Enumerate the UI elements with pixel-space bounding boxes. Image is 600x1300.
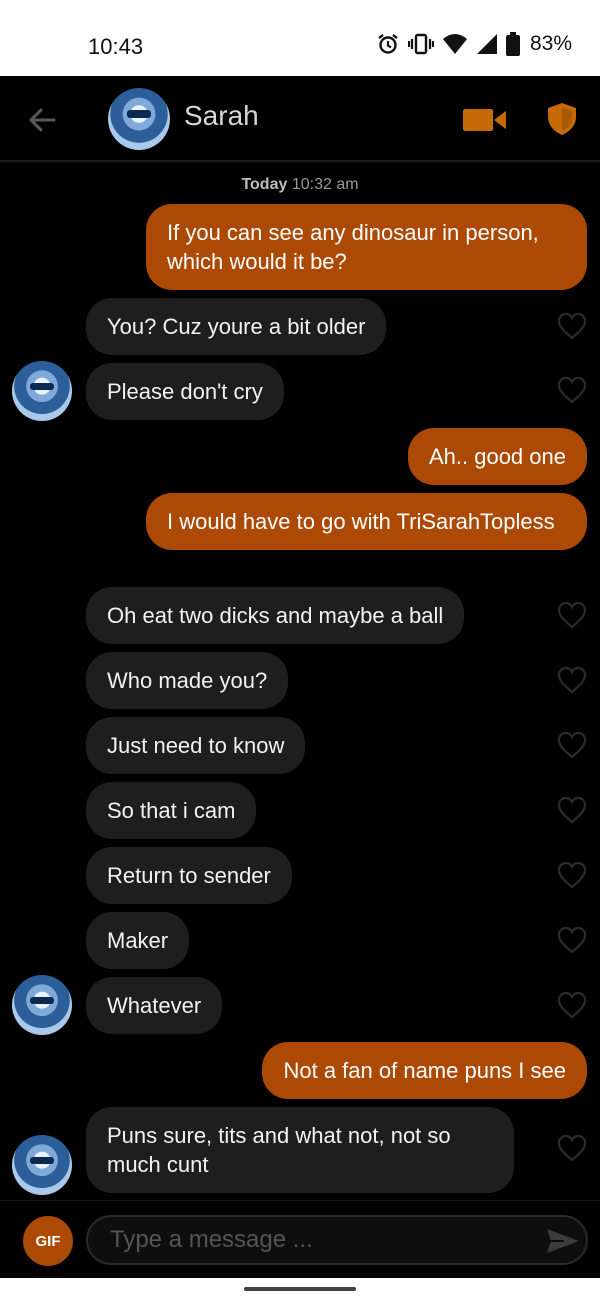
chat-header: Sarah — [0, 76, 600, 162]
vibrate-icon — [407, 33, 434, 55]
home-indicator[interactable] — [244, 1287, 356, 1291]
incoming-message[interactable]: You? Cuz youre a bit older — [86, 298, 387, 355]
sender-avatar[interactable] — [12, 975, 72, 1035]
heart-icon[interactable] — [557, 376, 587, 404]
send-icon[interactable] — [546, 1227, 580, 1255]
alarm-icon — [378, 34, 398, 54]
incoming-message[interactable]: Return to sender — [86, 847, 292, 904]
incoming-message[interactable]: Oh eat two dicks and maybe a ball — [86, 587, 465, 644]
wifi-icon — [442, 34, 467, 54]
incoming-message[interactable]: Who made you? — [86, 652, 289, 709]
outgoing-message[interactable]: Ah.. good one — [407, 428, 587, 485]
heart-icon[interactable] — [557, 861, 587, 889]
status-time: 10:43 — [88, 34, 144, 59]
gif-button[interactable]: GIF — [23, 1216, 73, 1266]
outgoing-message[interactable]: If you can see any dinosaur in person, w… — [146, 204, 587, 290]
video-call-icon[interactable] — [463, 106, 507, 134]
contact-name[interactable]: Sarah — [184, 100, 259, 132]
sender-avatar[interactable] — [12, 361, 72, 421]
chat-timestamp: Today 10:32 am — [0, 176, 600, 194]
back-arrow-icon[interactable] — [26, 104, 58, 136]
contact-avatar[interactable] — [108, 88, 170, 150]
heart-icon[interactable] — [557, 731, 587, 759]
heart-icon[interactable] — [557, 666, 587, 694]
timestamp-time: 10:32 am — [291, 176, 359, 193]
incoming-message[interactable]: Whatever — [86, 977, 223, 1034]
heart-icon[interactable] — [557, 601, 587, 629]
outgoing-message[interactable]: Not a fan of name puns I see — [262, 1042, 587, 1099]
heart-icon[interactable] — [557, 796, 587, 824]
heart-icon[interactable] — [557, 312, 587, 340]
heart-icon[interactable] — [557, 991, 587, 1019]
heart-icon[interactable] — [557, 1134, 587, 1162]
incoming-message[interactable]: Just need to know — [86, 717, 306, 774]
message-list[interactable]: Today 10:32 am If you can see any dinosa… — [0, 164, 600, 1200]
signal-icon — [476, 34, 497, 54]
incoming-message[interactable]: Puns sure, tits and what not, not so muc… — [86, 1107, 514, 1193]
incoming-message[interactable]: Maker — [86, 912, 190, 969]
outgoing-message[interactable]: I would have to go with TriSarahTopless — [146, 493, 587, 550]
status-bar: 10:43 83% — [0, 0, 600, 76]
sender-avatar[interactable] — [12, 1135, 72, 1195]
incoming-message[interactable]: So that i cam — [86, 782, 257, 839]
status-icons: 83% — [376, 32, 572, 56]
battery-percent: 83% — [529, 32, 572, 55]
incoming-message[interactable]: Please don't cry — [86, 363, 284, 420]
timestamp-day: Today — [241, 176, 288, 193]
system-nav-bar — [0, 1278, 600, 1300]
shield-icon[interactable] — [546, 102, 578, 136]
battery-icon — [505, 32, 520, 56]
heart-icon[interactable] — [557, 926, 587, 954]
message-input[interactable] — [86, 1215, 588, 1265]
message-composer: GIF — [0, 1200, 600, 1278]
